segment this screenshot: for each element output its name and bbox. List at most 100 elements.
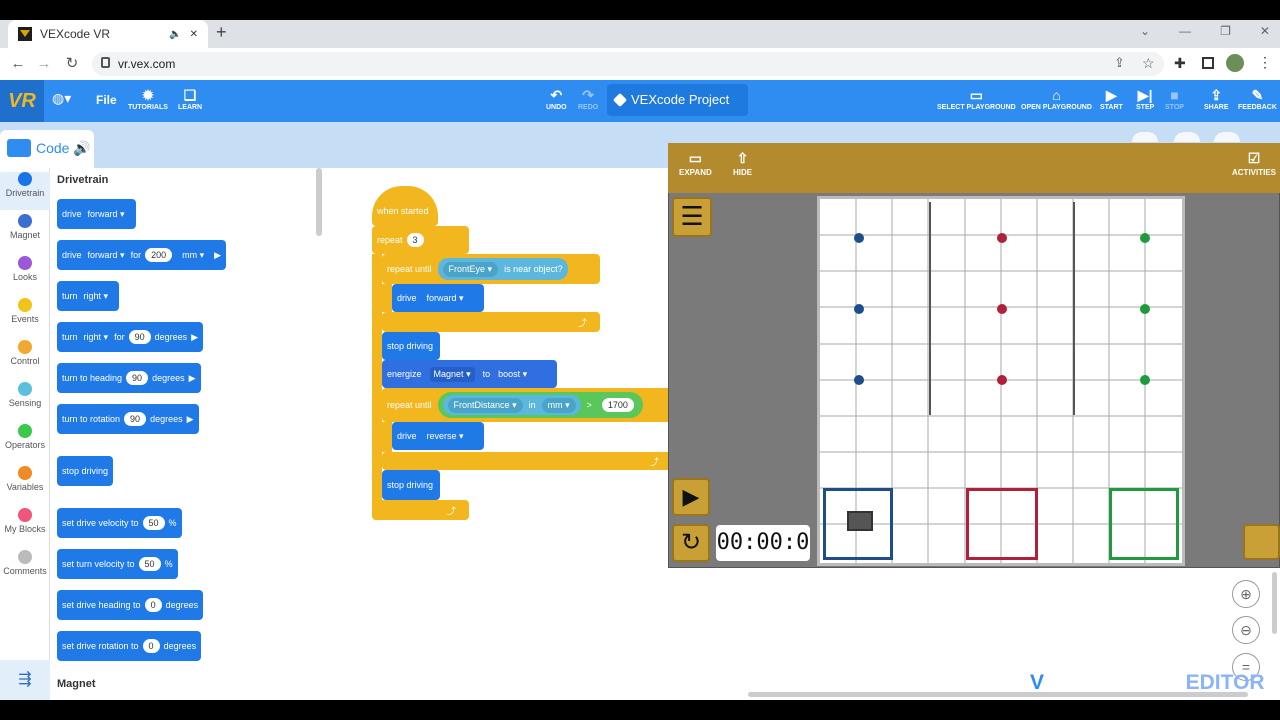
direction-dropdown[interactable]: forward bbox=[427, 293, 464, 304]
redo-button[interactable]: ↷ REDO bbox=[578, 86, 598, 111]
sensor-dropdown[interactable]: FrontEye bbox=[442, 261, 499, 277]
extensions-icon[interactable]: ⇶ bbox=[0, 660, 50, 700]
extensions-icon[interactable]: ✚ bbox=[1174, 55, 1186, 72]
browser-tab[interactable]: VEXcode VR 🔈 ✕ bbox=[8, 20, 208, 48]
repeat-count-input[interactable]: 3 bbox=[406, 233, 424, 247]
direction-dropdown[interactable]: forward bbox=[88, 250, 125, 261]
block-drive[interactable]: drive forward bbox=[57, 199, 136, 229]
sensor-dropdown[interactable]: FrontDistance bbox=[447, 397, 523, 413]
feedback-button[interactable]: ✎ FEEDBACK bbox=[1238, 86, 1277, 111]
block-drive-for[interactable]: drive forward for200 mm ▶ bbox=[57, 240, 227, 270]
step-button[interactable]: ▶| STEP bbox=[1136, 86, 1154, 111]
file-menu[interactable]: File bbox=[96, 93, 117, 107]
energize-block[interactable]: energize Magnet toboost bbox=[382, 360, 557, 388]
repeat-block[interactable]: repeat 3 bbox=[372, 226, 469, 254]
direction-dropdown[interactable]: forward bbox=[88, 209, 125, 220]
direction-dropdown[interactable]: right bbox=[84, 291, 109, 302]
distance-value-input[interactable]: 1700 bbox=[601, 398, 634, 412]
heading-input[interactable]: 0 bbox=[144, 598, 162, 612]
activities-button[interactable]: ☑ ACTIVITIES bbox=[1232, 150, 1276, 177]
category-magnet[interactable]: Magnet bbox=[0, 214, 50, 252]
block-set-drive-velocity[interactable]: set drive velocity to 50% bbox=[57, 508, 182, 538]
maximize-icon[interactable]: ❐ bbox=[1220, 24, 1231, 38]
magnet-mode-dropdown[interactable]: boost bbox=[498, 369, 527, 380]
reset-icon[interactable]: ↻ bbox=[672, 524, 710, 562]
window-close-icon[interactable]: ✕ bbox=[1260, 24, 1270, 38]
workspace-vertical-scrollbar[interactable] bbox=[1272, 572, 1277, 634]
block-stop-driving[interactable]: stop driving bbox=[57, 456, 114, 486]
category-events[interactable]: Events bbox=[0, 298, 50, 336]
url-field[interactable]: vr.vex.com bbox=[92, 52, 1164, 76]
globe-language-icon[interactable]: ◍▾ bbox=[52, 90, 71, 107]
select-playground-button[interactable]: ▭ SELECT PLAYGROUND bbox=[937, 86, 1016, 111]
chevron-down-icon[interactable]: ⌄ bbox=[1140, 24, 1150, 38]
hide-button[interactable]: ⇧ HIDE bbox=[733, 150, 752, 177]
profile-avatar[interactable] bbox=[1226, 54, 1244, 72]
rotation-input[interactable]: 90 bbox=[124, 412, 147, 426]
block-turn-to-heading[interactable]: turn to heading 90 degrees ▶ bbox=[57, 363, 201, 393]
back-arrow-icon[interactable]: ← bbox=[8, 54, 28, 74]
heading-input[interactable]: 90 bbox=[126, 371, 149, 385]
undo-button[interactable]: ↶ UNDO bbox=[546, 86, 567, 111]
category-sensing[interactable]: Sensing bbox=[0, 382, 50, 420]
close-tab-icon[interactable]: ✕ bbox=[190, 29, 198, 40]
direction-dropdown[interactable]: right bbox=[84, 332, 109, 343]
play-button[interactable]: ▶ bbox=[672, 478, 710, 516]
minimize-icon[interactable]: — bbox=[1179, 24, 1191, 38]
block-turn-to-rotation[interactable]: turn to rotation 90 degrees ▶ bbox=[57, 404, 199, 434]
project-name-field[interactable]: VEXcode Project bbox=[607, 84, 748, 116]
direction-dropdown[interactable]: reverse bbox=[427, 431, 464, 442]
block-turn-for[interactable]: turn right for90degrees▶ bbox=[57, 322, 204, 352]
share-page-icon[interactable]: ⇪ bbox=[1114, 55, 1125, 71]
rotation-input[interactable]: 0 bbox=[142, 639, 160, 653]
category-looks[interactable]: Looks bbox=[0, 256, 50, 294]
distance-sensor-block[interactable]: FrontDistance inmm bbox=[442, 395, 581, 415]
unit-dropdown[interactable]: mm bbox=[541, 397, 576, 413]
block-set-turn-velocity[interactable]: set turn velocity to 50% bbox=[57, 549, 178, 579]
hamburger-menu-icon[interactable]: ☰ bbox=[672, 197, 712, 237]
sensor-block[interactable]: FrontEye is near object? bbox=[437, 258, 568, 280]
drive-reverse-block[interactable]: drive reverse bbox=[392, 422, 484, 450]
code-tab[interactable]: Code 🔊 bbox=[0, 130, 94, 168]
zoom-out-icon[interactable]: ⊖ bbox=[1232, 616, 1260, 644]
open-playground-button[interactable]: ⌂ OPEN PLAYGROUND bbox=[1021, 86, 1092, 111]
block-turn[interactable]: turn right bbox=[57, 281, 120, 311]
share-button[interactable]: ⇪ SHARE bbox=[1204, 86, 1229, 111]
category-label: Comments bbox=[3, 566, 47, 576]
stop-driving-block[interactable]: stop driving bbox=[382, 470, 440, 500]
speaker-icon[interactable]: 🔊 bbox=[73, 140, 90, 156]
tutorials-button[interactable]: ✹ TUTORIALS bbox=[128, 86, 168, 111]
repeat-until-distance-block[interactable]: repeat until FrontDistance inmm >1700 bbox=[382, 388, 668, 422]
block-set-drive-heading[interactable]: set drive heading to 0 degrees bbox=[57, 590, 204, 620]
angle-input[interactable]: 90 bbox=[128, 330, 151, 344]
browser-menu-icon[interactable]: ⋮ bbox=[1258, 54, 1272, 71]
unit-dropdown[interactable]: mm bbox=[182, 250, 204, 261]
distance-input[interactable]: 200 bbox=[145, 248, 173, 262]
bookmark-star-icon[interactable]: ☆ bbox=[1142, 55, 1155, 72]
drawer-icon[interactable] bbox=[1243, 524, 1280, 560]
block-set-drive-rotation[interactable]: set drive rotation to 0 degrees bbox=[57, 631, 202, 661]
category-operators[interactable]: Operators bbox=[0, 424, 50, 462]
velocity-input[interactable]: 50 bbox=[138, 557, 161, 571]
expand-button[interactable]: ▭ EXPAND bbox=[679, 150, 712, 177]
forward-arrow-icon[interactable]: → bbox=[34, 54, 54, 74]
reload-icon[interactable]: ↻ bbox=[62, 54, 82, 74]
stop-button[interactable]: ■ STOP bbox=[1165, 86, 1184, 111]
repeat-until-block[interactable]: repeat until FrontEye is near object? bbox=[382, 254, 600, 284]
category-my-blocks[interactable]: My Blocks bbox=[0, 508, 50, 546]
learn-button[interactable]: ❑ LEARN bbox=[178, 86, 202, 111]
zoom-in-icon[interactable]: ⊕ bbox=[1232, 580, 1260, 608]
flyout-scrollbar[interactable] bbox=[316, 168, 322, 236]
category-variables[interactable]: Variables bbox=[0, 466, 50, 504]
start-button[interactable]: ▶ START bbox=[1100, 86, 1123, 111]
new-tab-button[interactable]: + bbox=[216, 22, 227, 43]
category-comments[interactable]: Comments bbox=[0, 550, 50, 588]
sidebar-toggle-icon[interactable] bbox=[1202, 57, 1214, 69]
comparison-block[interactable]: FrontDistance inmm >1700 bbox=[437, 392, 643, 418]
stop-driving-block[interactable]: stop driving bbox=[382, 332, 440, 360]
velocity-input[interactable]: 50 bbox=[142, 516, 165, 530]
category-control[interactable]: Control bbox=[0, 340, 50, 378]
drive-block[interactable]: drive forward bbox=[392, 284, 484, 312]
magnet-dropdown[interactable]: Magnet bbox=[429, 366, 475, 382]
category-drivetrain[interactable]: Drivetrain bbox=[0, 172, 50, 210]
